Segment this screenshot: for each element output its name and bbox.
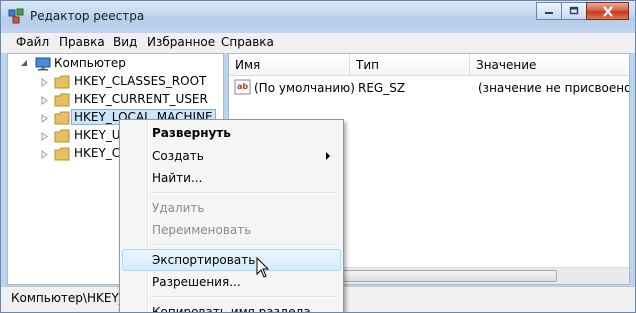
menu-item-rename: Переименовать xyxy=(152,223,252,237)
svg-text:ab: ab xyxy=(237,82,248,91)
mouse-cursor-icon xyxy=(256,257,270,278)
menu-item-copy-key-name[interactable]: Копировать имя раздела xyxy=(152,305,311,312)
expand-arrow-icon[interactable] xyxy=(40,150,49,159)
close-button[interactable] xyxy=(586,2,629,20)
string-value-icon: ab xyxy=(234,79,251,95)
computer-icon xyxy=(35,57,51,71)
maximize-button[interactable] xyxy=(561,2,587,20)
maximize-icon xyxy=(569,6,579,15)
menu-favorites[interactable]: Избранное xyxy=(147,35,215,49)
folder-icon xyxy=(54,93,70,107)
tree-item-label: HKEY_CLASSES_ROOT xyxy=(74,74,207,88)
close-icon xyxy=(602,5,613,17)
minimize-button[interactable] xyxy=(536,2,562,20)
menu-item-permissions[interactable]: Разрешения... xyxy=(152,275,241,289)
folder-icon xyxy=(54,147,70,161)
context-menu: Развернуть Создать Найти... Удалить Пере… xyxy=(119,119,344,312)
menu-item-find[interactable]: Найти... xyxy=(152,171,202,185)
title-bar[interactable]: Редактор реестра xyxy=(1,1,635,32)
menu-item-expand[interactable]: Развернуть xyxy=(152,126,231,140)
minimize-icon xyxy=(545,12,553,14)
menu-item-export[interactable]: Экспортировать xyxy=(152,253,255,267)
menu-edit[interactable]: Правка xyxy=(59,35,105,49)
registry-editor-window: Редактор реестра Файл Правка Вид Избранн… xyxy=(0,0,636,313)
value-data: (значение не присвоено) xyxy=(478,81,630,95)
folder-icon xyxy=(54,111,70,125)
folder-icon xyxy=(54,75,70,89)
value-name: (По умолчанию) xyxy=(254,81,355,95)
menu-gutter-highlight xyxy=(148,120,149,312)
menu-separator xyxy=(150,244,338,246)
window-title: Редактор реестра xyxy=(30,9,145,23)
tree-item-hkcu[interactable]: HKEY_CURRENT_USER xyxy=(8,91,223,109)
expand-arrow-icon[interactable] xyxy=(40,96,49,105)
menu-item-delete: Удалить xyxy=(152,201,205,215)
menu-bar: Файл Правка Вид Избранное Справка xyxy=(1,32,635,53)
menu-separator xyxy=(150,192,338,194)
tree-item-label: Компьютер xyxy=(54,56,126,70)
tree-item-hkcr[interactable]: HKEY_CLASSES_ROOT xyxy=(8,73,223,91)
column-header-type[interactable]: Тип xyxy=(350,54,470,76)
submenu-arrow-icon xyxy=(326,152,330,160)
collapse-arrow-icon[interactable] xyxy=(20,59,29,68)
tree-item-label: HKEY_CURRENT_USER xyxy=(74,92,208,106)
status-path: Компьютер\HKEY_L xyxy=(11,291,132,305)
expand-arrow-icon[interactable] xyxy=(40,114,49,123)
menu-separator xyxy=(150,296,338,298)
column-header-value[interactable]: Значение xyxy=(470,54,629,76)
value-type: REG_SZ xyxy=(358,81,406,95)
registry-editor-app-icon xyxy=(8,8,24,24)
tree-item-computer[interactable]: Компьютер xyxy=(8,55,223,73)
folder-icon xyxy=(54,129,70,143)
column-header-name[interactable]: Имя xyxy=(229,54,350,76)
menu-item-create[interactable]: Создать xyxy=(152,149,204,163)
window-controls xyxy=(536,2,629,21)
menu-help[interactable]: Справка xyxy=(221,35,274,49)
menu-file[interactable]: Файл xyxy=(16,35,49,49)
menu-view[interactable]: Вид xyxy=(113,35,137,49)
expand-arrow-icon[interactable] xyxy=(40,132,49,141)
expand-arrow-icon[interactable] xyxy=(40,78,49,87)
